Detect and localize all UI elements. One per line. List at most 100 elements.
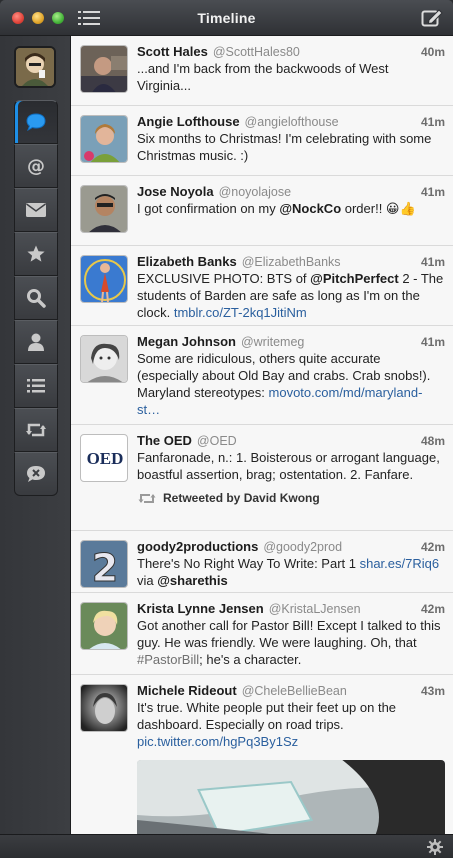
tweet-text-segment: via bbox=[137, 573, 158, 588]
tweet-timestamp[interactable]: 41m bbox=[415, 335, 445, 349]
tweet-author-handle[interactable]: @KristaLJensen bbox=[269, 602, 361, 616]
sidebar-item-profile[interactable] bbox=[14, 320, 58, 364]
timeline-list[interactable]: Scott Hales @ScottHales80 40m ...and I'm… bbox=[70, 36, 453, 834]
tweet-author-handle[interactable]: @angielofthouse bbox=[245, 115, 339, 129]
account-avatar[interactable] bbox=[14, 46, 56, 88]
sidebar-item-timeline[interactable] bbox=[14, 100, 58, 144]
sidebar-item-retweets[interactable] bbox=[14, 408, 58, 452]
sidebar-item-mutes[interactable] bbox=[14, 452, 58, 496]
tweet-avatar[interactable] bbox=[80, 335, 128, 383]
tweet-text: It's true. White people put their feet u… bbox=[137, 699, 445, 750]
tweet-timestamp[interactable]: 41m bbox=[415, 255, 445, 269]
tweet-author-name[interactable]: Scott Hales bbox=[137, 44, 208, 59]
tweet-item[interactable]: 2 goody2productions @goody2prod 42m Ther… bbox=[71, 531, 453, 593]
tweet-text: I got confirmation on my @NockCo order!!… bbox=[137, 200, 445, 217]
tweet-author-handle[interactable]: @CheleBellieBean bbox=[242, 684, 347, 698]
tweet-text: Fanfaronade, n.: 1. Boisterous or arroga… bbox=[137, 450, 440, 482]
tweet-text-segment: Got another call for Pastor Bill! Except… bbox=[137, 618, 441, 650]
tweet-text: EXCLUSIVE PHOTO: BTS of @PitchPerfect 2 … bbox=[137, 270, 445, 321]
tweet-url-link[interactable]: pic.twitter.com/hgPq3By1Sz bbox=[137, 734, 298, 749]
tweet-avatar[interactable]: OED bbox=[80, 434, 128, 482]
tweet-author-name[interactable]: goody2productions bbox=[137, 539, 258, 554]
tweet-item[interactable]: Scott Hales @ScottHales80 40m ...and I'm… bbox=[71, 36, 453, 106]
tweet-author-handle[interactable]: @noyolajose bbox=[219, 185, 291, 199]
tweet-timestamp[interactable]: 41m bbox=[415, 115, 445, 129]
tweet-author-name[interactable]: Michele Rideout bbox=[137, 683, 237, 698]
tweet-item[interactable]: Elizabeth Banks @ElizabethBanks 41m EXCL… bbox=[71, 246, 453, 326]
svg-text:@: @ bbox=[27, 156, 45, 177]
tweet-hashtag-link[interactable]: #PastorBill bbox=[137, 652, 199, 667]
tweet-text: Got another call for Pastor Bill! Except… bbox=[137, 617, 445, 668]
tweet-text-segment: EXCLUSIVE PHOTO: BTS of bbox=[137, 271, 311, 286]
retweeted-by-label: Retweeted by David Kwong bbox=[163, 491, 320, 505]
tweet-text: There's No Right Way To Write: Part 1 sh… bbox=[137, 555, 445, 589]
tweet-timestamp[interactable]: 40m bbox=[415, 45, 445, 59]
tweet-author-handle[interactable]: @ScottHales80 bbox=[213, 45, 300, 59]
speech-bubble-icon bbox=[26, 113, 46, 132]
tweet-author-handle[interactable]: @goody2prod bbox=[263, 540, 342, 554]
compose-icon[interactable] bbox=[421, 8, 443, 27]
retweet-icon bbox=[138, 493, 156, 503]
tweet-media-preview[interactable] bbox=[137, 760, 445, 834]
tweet-author-name[interactable]: Elizabeth Banks bbox=[137, 254, 237, 269]
tweet-author-handle[interactable]: @writemeg bbox=[241, 335, 304, 349]
tweet-text-segment: There's No Right Way To Write: Part 1 bbox=[137, 556, 360, 571]
tweet-item[interactable]: Megan Johnson @writemeg 41m Some are rid… bbox=[71, 326, 453, 425]
tweet-url-link[interactable]: shar.es/7Riq6 bbox=[360, 556, 440, 571]
tweet-mention-link[interactable]: @NockCo bbox=[279, 201, 341, 216]
tweet-item[interactable]: Michele Rideout @CheleBellieBean 43m It'… bbox=[71, 675, 453, 834]
tweet-item[interactable]: Krista Lynne Jensen @KristaLJensen 42m G… bbox=[71, 593, 453, 675]
tweet-timestamp[interactable]: 42m bbox=[415, 540, 445, 554]
sidebar: @ bbox=[0, 36, 70, 834]
tweet-mention-link[interactable]: @PitchPerfect bbox=[310, 271, 399, 286]
tweet-author-handle[interactable]: @OED bbox=[197, 434, 237, 448]
svg-text:2: 2 bbox=[92, 546, 118, 588]
tweet-author-name[interactable]: Krista Lynne Jensen bbox=[137, 601, 264, 616]
star-icon bbox=[27, 245, 45, 262]
tweet-author-name[interactable]: Jose Noyola bbox=[137, 184, 214, 199]
tweet-avatar[interactable] bbox=[80, 115, 128, 163]
gear-icon[interactable] bbox=[427, 839, 443, 855]
sidebar-item-favorites[interactable] bbox=[14, 232, 58, 276]
tweet-avatar[interactable]: 2 bbox=[80, 540, 128, 588]
tweet-author-handle[interactable]: @ElizabethBanks bbox=[242, 255, 341, 269]
retweet-icon bbox=[26, 423, 46, 437]
tweet-timestamp[interactable]: 42m bbox=[415, 602, 445, 616]
tweet-item[interactable]: OED The OED @OED 48m Fanfaronade, n.: 1.… bbox=[71, 425, 453, 531]
user-icon bbox=[28, 333, 44, 351]
sidebar-nav: @ bbox=[14, 100, 58, 496]
at-sign-icon: @ bbox=[27, 156, 45, 177]
title-bar: Timeline bbox=[0, 0, 453, 36]
tweet-avatar[interactable] bbox=[80, 684, 128, 732]
retweet-attribution[interactable]: Retweeted by David Kwong bbox=[137, 491, 445, 505]
muted-bubble-icon bbox=[27, 466, 45, 482]
tweet-avatar[interactable] bbox=[80, 45, 128, 93]
tweet-text-segment: order!! 😀👍 bbox=[341, 201, 416, 216]
tweet-text: ...and I'm back from the backwoods of We… bbox=[137, 61, 389, 93]
envelope-icon bbox=[26, 203, 46, 217]
tweet-timestamp[interactable]: 41m bbox=[415, 185, 445, 199]
tweet-author-name[interactable]: Angie Lofthouse bbox=[137, 114, 240, 129]
app-window: Timeline @ Scott Hales @ScottHales80 40m… bbox=[0, 0, 453, 858]
list-icon bbox=[27, 379, 45, 393]
tweet-timestamp[interactable]: 43m bbox=[415, 684, 445, 698]
tweet-author-name[interactable]: Megan Johnson bbox=[137, 334, 236, 349]
search-icon bbox=[27, 289, 46, 308]
tweet-avatar[interactable] bbox=[80, 255, 128, 303]
sidebar-item-mentions[interactable]: @ bbox=[14, 144, 58, 188]
tweet-item[interactable]: Jose Noyola @noyolajose 41m I got confir… bbox=[71, 176, 453, 246]
tweet-url-link[interactable]: tmblr.co/ZT-2kq1JitiNm bbox=[174, 305, 307, 320]
sidebar-item-search[interactable] bbox=[14, 276, 58, 320]
tweet-avatar[interactable] bbox=[80, 602, 128, 650]
oed-logo: OED bbox=[86, 449, 124, 468]
tweet-text: Some are ridiculous, others quite accura… bbox=[137, 350, 445, 418]
tweet-text: Six months to Christmas! I'm celebrating… bbox=[137, 131, 432, 163]
tweet-text-segment: I got confirmation on my bbox=[137, 201, 280, 216]
sidebar-item-lists[interactable] bbox=[14, 364, 58, 408]
tweet-avatar[interactable] bbox=[80, 185, 128, 233]
tweet-timestamp[interactable]: 48m bbox=[415, 434, 445, 448]
sidebar-item-messages[interactable] bbox=[14, 188, 58, 232]
tweet-item[interactable]: Angie Lofthouse @angielofthouse 41m Six … bbox=[71, 106, 453, 176]
tweet-mention-link[interactable]: @sharethis bbox=[157, 573, 227, 588]
tweet-author-name[interactable]: The OED bbox=[137, 433, 192, 448]
